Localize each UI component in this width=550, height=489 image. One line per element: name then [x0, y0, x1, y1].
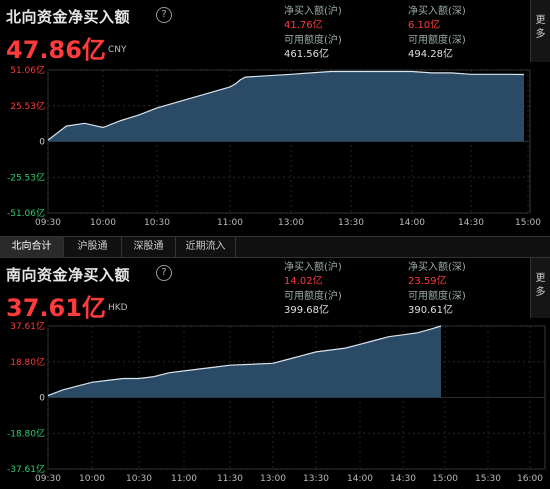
x-tick-label: 09:30	[35, 218, 61, 228]
x-tick-label: 11:30	[217, 474, 243, 484]
tab-bar: 北向合计 沪股通 深股通 近期流入	[0, 236, 550, 258]
tab-sz-connect[interactable]: 深股通	[122, 237, 176, 257]
south-panel: 南向资金净买入额 ? 37.61亿 HKD 净买入额(沪) 14.02亿 净买入…	[0, 258, 550, 489]
y-tick-label: 0	[39, 394, 45, 404]
y-tick-label: 25.53亿	[10, 100, 45, 112]
north-panel: 北向资金净买入额 ? 47.86亿 CNY 净买入额(沪) 41.76亿 净买入…	[0, 0, 550, 236]
south-chart: 37.61亿18.80亿0-18.80亿-37.61亿 09:30 10:00 10…	[7, 320, 546, 484]
x-tick-label: 16:00	[517, 474, 543, 484]
y-tick-label: 37.61亿	[10, 320, 45, 332]
tab-sh-connect[interactable]: 沪股通	[64, 237, 122, 257]
y-tick-label: -25.53亿	[7, 171, 45, 183]
y-tick-label: 0	[39, 138, 45, 148]
y-tick-label: -18.80亿	[7, 427, 45, 439]
x-tick-label: 10:30	[144, 218, 170, 228]
tab-recent-inflow[interactable]: 近期流入	[176, 237, 236, 257]
x-tick-label: 14:30	[458, 218, 484, 228]
x-tick-label: 13:30	[303, 474, 329, 484]
x-tick-label: 14:00	[347, 474, 373, 484]
x-tick-label: 14:30	[390, 474, 416, 484]
x-tick-label: 10:00	[90, 218, 116, 228]
x-tick-label: 15:00	[515, 218, 541, 228]
y-tick-label: 18.80亿	[10, 356, 45, 368]
x-tick-label: 15:30	[475, 474, 501, 484]
x-tick-label: 15:00	[432, 474, 458, 484]
north-chart: 51.06亿25.53亿0-25.53亿-51.06亿 09:30 10:00 10…	[7, 64, 541, 228]
x-tick-label: 10:00	[79, 474, 105, 484]
x-tick-label: 11:00	[217, 218, 243, 228]
x-tick-label: 11:00	[171, 474, 197, 484]
tab-north-total[interactable]: 北向合计	[0, 237, 64, 257]
x-tick-label: 10:30	[126, 474, 152, 484]
x-tick-label: 13:00	[260, 474, 286, 484]
y-tick-label: 51.06亿	[10, 64, 45, 76]
x-tick-label: 13:30	[338, 218, 364, 228]
x-tick-label: 09:30	[35, 474, 61, 484]
x-tick-label: 13:00	[278, 218, 304, 228]
x-tick-label: 14:00	[399, 218, 425, 228]
